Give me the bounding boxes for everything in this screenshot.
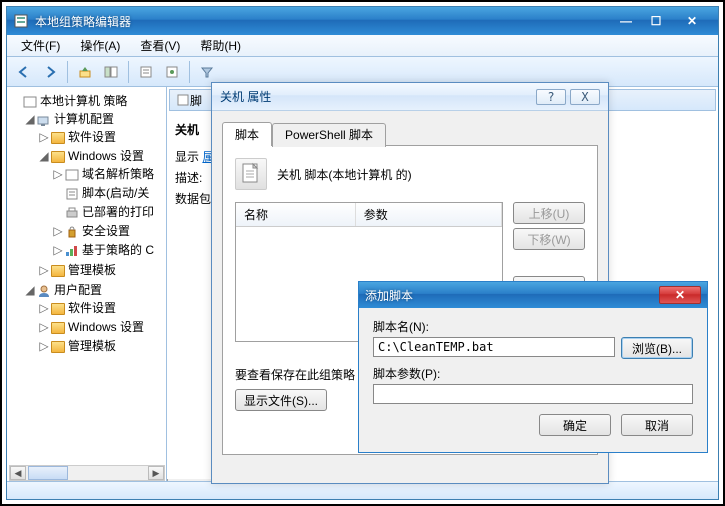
tree-label: 脚本(启动/关 [82,186,149,200]
tree-software-settings[interactable]: ▷软件设置 [39,127,162,146]
tree-label: 安全设置 [82,224,130,238]
menu-action[interactable]: 操作(A) [70,35,130,56]
col-name[interactable]: 名称 [236,203,356,226]
script-name-label: 脚本名(N): [373,318,693,335]
back-button[interactable] [13,61,35,83]
minimize-button[interactable]: — [612,12,640,30]
tree-user-windows[interactable]: ▷Windows 设置 [39,317,162,336]
tree-label: 软件设置 [68,130,116,144]
add-script-dialog: 添加脚本 ✕ 脚本名(N): C:\CleanTEMP.bat 浏览(B)...… [358,281,708,453]
tree-root-label: 本地计算机 策略 [40,94,127,108]
tree-policy-qos[interactable]: ▷基于策略的 C [53,240,162,259]
tree-scrollbar-horizontal[interactable]: ◀ ▶ [9,465,165,481]
main-titlebar: 本地组策略编辑器 — ☐ ✕ [7,7,718,35]
close-button[interactable]: ✕ [672,12,712,30]
prop-title: 关机 属性 [220,88,532,105]
filter-button[interactable] [196,61,218,83]
tree-security-settings[interactable]: ▷安全设置 [53,221,162,240]
properties-button[interactable] [135,61,157,83]
script-name-input[interactable]: C:\CleanTEMP.bat [373,337,615,357]
menu-view[interactable]: 查看(V) [130,35,190,56]
move-down-button[interactable]: 下移(W) [513,228,585,250]
script-params-input[interactable] [373,384,693,404]
add-titlebar: 添加脚本 ✕ [359,282,707,308]
menubar: 文件(F) 操作(A) 查看(V) 帮助(H) [7,35,718,57]
tree-windows-settings[interactable]: ◢Windows 设置 ▷域名解析策略 脚本(启动/关 已部署的打印 ▷安全设置… [39,146,162,260]
col-params[interactable]: 参数 [356,203,502,226]
tree-label: Windows 设置 [68,149,144,163]
tab-powershell[interactable]: PowerShell 脚本 [272,123,386,147]
script-file-icon [235,158,267,190]
ok-button[interactable]: 确定 [539,414,611,436]
tree-label: 管理模板 [68,339,116,353]
tree-label: 已部署的打印 [82,205,154,219]
script-params-label: 脚本参数(P): [373,365,693,382]
scroll-right-button[interactable]: ▶ [148,466,164,480]
add-close-button[interactable]: ✕ [659,286,701,304]
tree-label: 软件设置 [68,301,116,315]
tree-root[interactable]: 本地计算机 策略 ◢计算机配置 ▷软件设置 ◢Windows 设置 ▷域名解析策… [11,91,162,357]
tree-label: 管理模板 [68,263,116,277]
tree-deployed-printers[interactable]: 已部署的打印 [53,202,162,221]
up-button[interactable] [74,61,96,83]
content-header-text: 脚 [190,92,202,109]
export-button[interactable] [161,61,183,83]
tree-dns-policy[interactable]: ▷域名解析策略 [53,164,162,183]
show-hide-tree-button[interactable] [100,61,122,83]
scroll-left-button[interactable]: ◀ [10,466,26,480]
prop-titlebar: 关机 属性 ? X [212,83,608,111]
prop-tabs: 脚本 PowerShell 脚本 [222,121,598,145]
main-title: 本地组策略编辑器 [35,13,612,30]
tree-computer-config[interactable]: ◢计算机配置 ▷软件设置 ◢Windows 设置 ▷域名解析策略 脚本(启动/关… [25,109,162,280]
prop-header-text: 关机 脚本(本地计算机 的) [277,166,412,183]
tree-user-admin[interactable]: ▷管理模板 [39,336,162,355]
help-button[interactable]: ? [536,89,566,105]
tab-scripts[interactable]: 脚本 [222,122,272,146]
show-label: 显示 [175,150,199,164]
scroll-thumb[interactable] [28,466,68,480]
move-up-button[interactable]: 上移(U) [513,202,585,224]
tree-scripts[interactable]: 脚本(启动/关 [53,183,162,202]
forward-button[interactable] [39,61,61,83]
cancel-button[interactable]: 取消 [621,414,693,436]
menu-help[interactable]: 帮助(H) [190,35,251,56]
add-title: 添加脚本 [365,287,659,304]
tree-label: 基于策略的 C [82,243,154,257]
tree-label: 域名解析策略 [82,167,154,181]
tree-admin-templates[interactable]: ▷管理模板 [39,260,162,279]
show-files-button[interactable]: 显示文件(S)... [235,389,327,411]
tree-label: Windows 设置 [68,320,144,334]
scripts-icon [176,94,190,106]
tree-label: 用户配置 [54,283,102,297]
tree-label: 计算机配置 [54,112,114,126]
app-icon [13,13,29,29]
browse-button[interactable]: 浏览(B)... [621,337,693,359]
prop-close-button[interactable]: X [570,89,600,105]
nav-tree: 本地计算机 策略 ◢计算机配置 ▷软件设置 ◢Windows 设置 ▷域名解析策… [7,87,167,481]
maximize-button[interactable]: ☐ [642,12,670,30]
menu-file[interactable]: 文件(F) [11,35,70,56]
tree-user-config[interactable]: ◢用户配置 ▷软件设置 ▷Windows 设置 ▷管理模板 [25,280,162,356]
tree-user-software[interactable]: ▷软件设置 [39,298,162,317]
